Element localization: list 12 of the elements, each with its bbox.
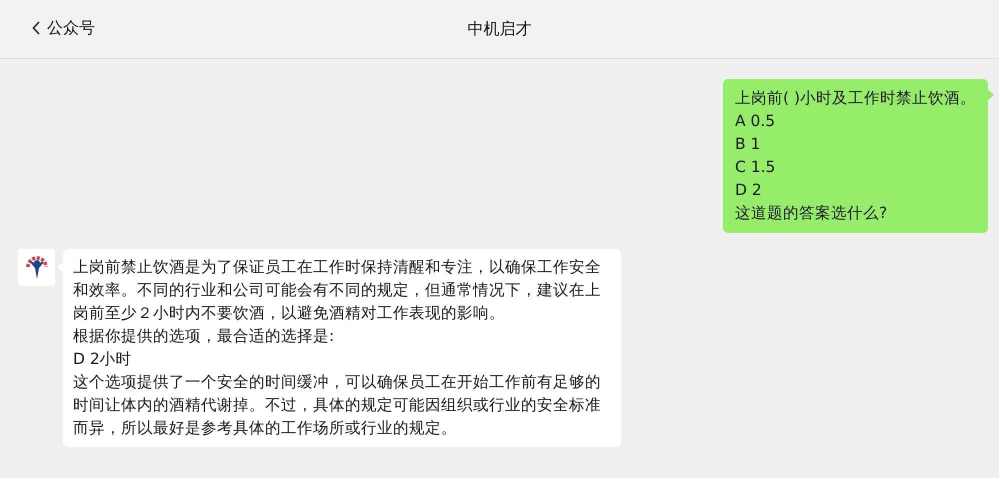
message-text: D 2小时 bbox=[73, 349, 133, 370]
message-text: A 0.5 bbox=[734, 111, 776, 132]
back-button[interactable]: 公众号 bbox=[28, 14, 99, 42]
message-text: 这个选项提供了一个安全的时间缓冲，可以确保员工在开始工作前有足够的时间让体内的酒精代谢掉。不过，具体的规定可能因组织或行业的安全标准而异，所以最好是参考具体的工作场所或行业的规定。 bbox=[73, 372, 602, 439]
message-text: D 2 bbox=[734, 180, 763, 201]
message-text: 上岗前( )小时及工作时禁止饮酒。 bbox=[734, 88, 976, 109]
message-text: C 1.5 bbox=[734, 157, 776, 178]
chat-title: 中机启才 bbox=[468, 18, 532, 40]
message-text: B 1 bbox=[734, 134, 762, 155]
message-text: 根据你提供的选项，最合适的选择是: bbox=[73, 326, 336, 347]
message-text: 上岗前禁止饮酒是为了保证员工在工作时保持清醒和专注，以确保工作安全和效率。不同的行业和公司可能会有不同的规定，但通常情况下，建议在上岗前至少２小时内不要饮酒，以避免酒精对工作表现的影响。 bbox=[73, 257, 602, 324]
message-text: 这道题的答案选什么? bbox=[734, 203, 888, 224]
